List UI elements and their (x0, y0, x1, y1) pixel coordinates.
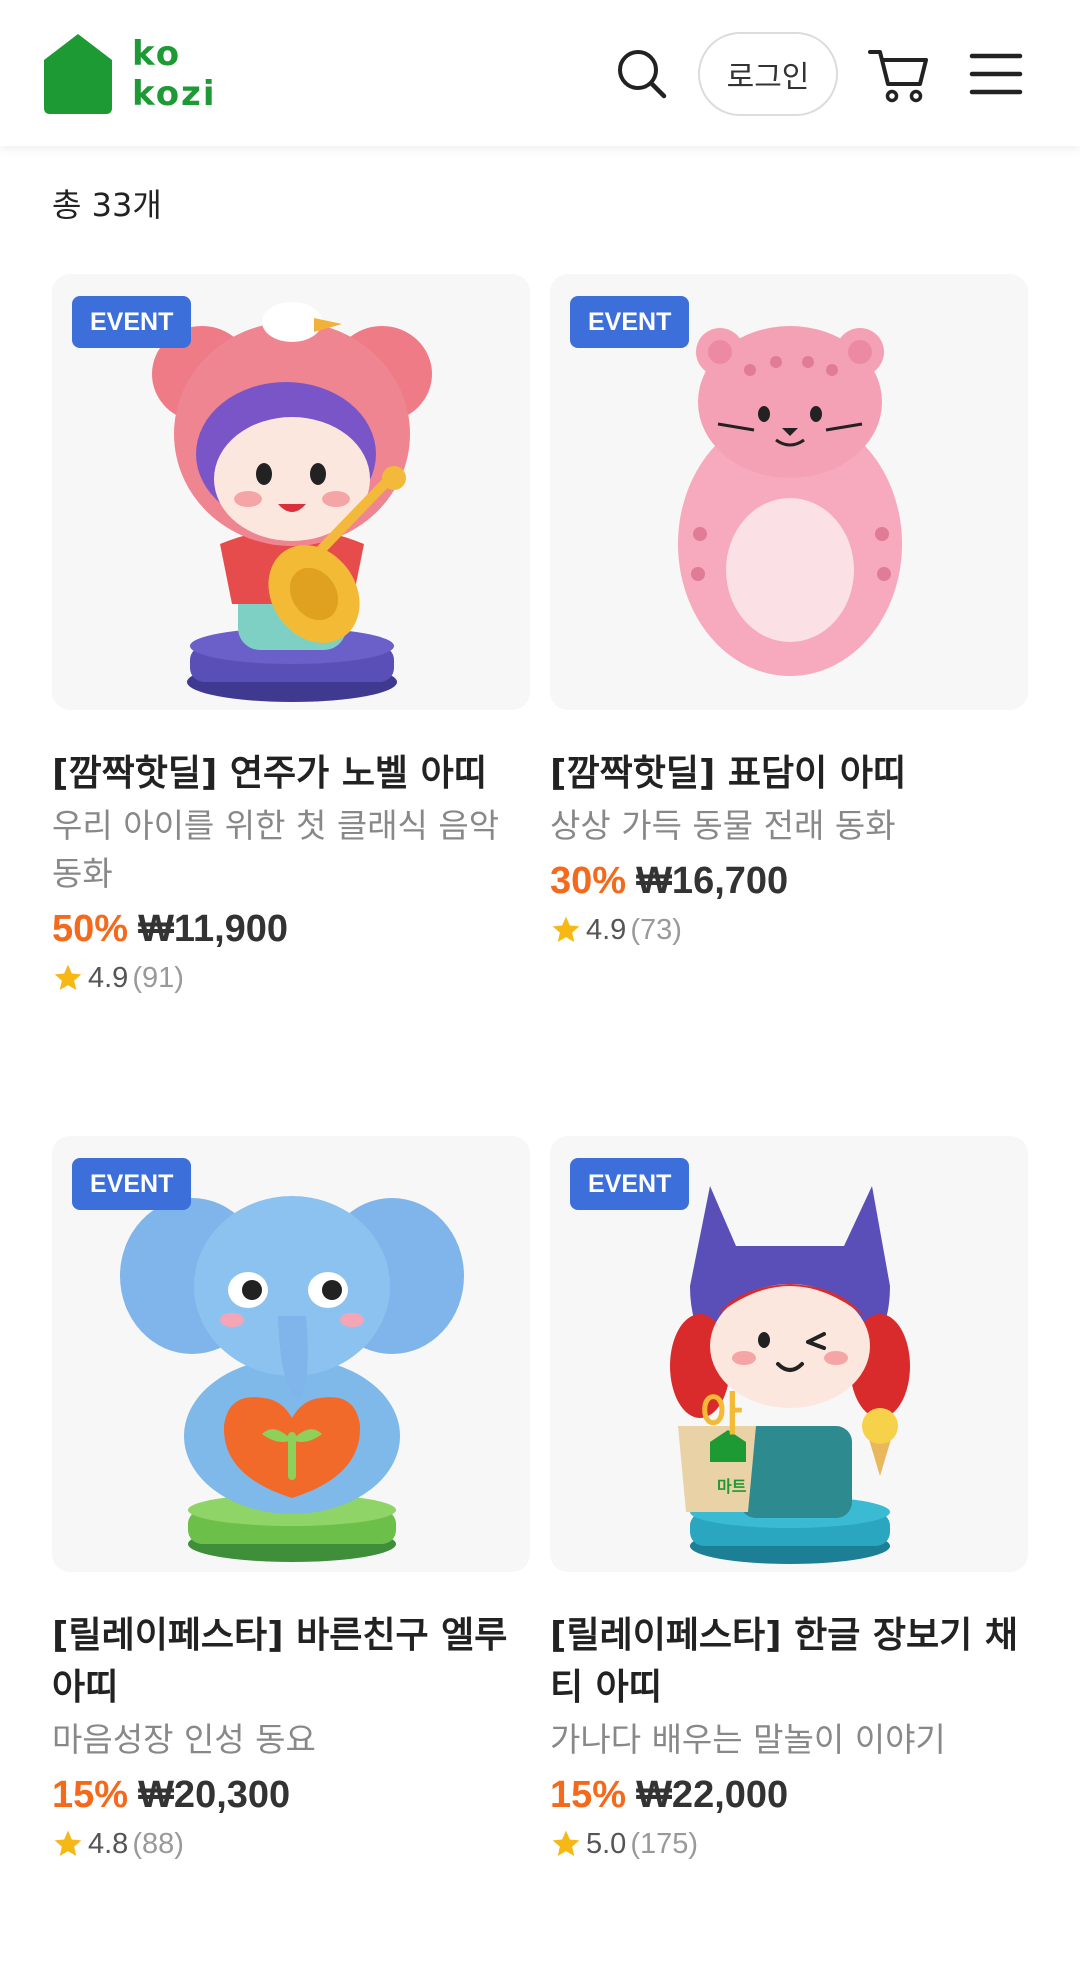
login-button[interactable]: 로그인 (698, 32, 838, 116)
event-badge: EVENT (570, 1158, 690, 1210)
price-row: 30% ₩16,700 (550, 856, 1028, 906)
price-row: 50% ₩11,900 (52, 904, 530, 954)
product-card[interactable]: EVENT [릴레이페스타] 바른친구 엘루 아띠 마음성장 인성 동요 15%… (52, 1136, 530, 1864)
logo-text-line2: kozi (132, 74, 217, 114)
product-image[interactable]: EVENT (52, 274, 530, 710)
rating-score: 4.8 (88, 1828, 129, 1860)
cart-button[interactable] (866, 44, 930, 104)
star-icon (54, 1830, 82, 1856)
product-image[interactable]: EVENT (550, 274, 1028, 710)
product-title[interactable]: [깜짝핫딜] 표담이 아띠 (550, 748, 1028, 800)
product-card[interactable]: EVENT [깜짝핫딜] 연주가 노벨 아띠 우리 아이를 위한 첫 클래식 음… (52, 274, 530, 998)
event-badge: EVENT (72, 1158, 192, 1210)
review-count: (91) (132, 962, 184, 994)
discount-rate: 30% (550, 860, 627, 902)
top-header: ko kozi 로그인 (0, 0, 1080, 146)
product-image[interactable]: EVENT (52, 1136, 530, 1572)
rating-row: 4.8 (88) (52, 1824, 530, 1864)
star-icon (552, 1830, 580, 1856)
product-card[interactable]: 마트 아 EVENT [릴레이페스타] 한글 장보기 채티 아띠 가나다 배우는… (550, 1136, 1028, 1864)
review-count: (175) (630, 1828, 699, 1860)
menu-button[interactable] (968, 48, 1024, 100)
discount-rate: 15% (550, 1774, 627, 1816)
review-count: (73) (630, 914, 682, 946)
rating-score: 5.0 (586, 1828, 627, 1860)
product-title[interactable]: [깜짝핫딜] 연주가 노벨 아띠 (52, 748, 530, 800)
product-card[interactable]: EVENT [깜짝핫딜] 표담이 아띠 상상 가득 동물 전래 동화 30% ₩1… (550, 274, 1028, 950)
discount-rate: 15% (52, 1774, 129, 1816)
star-icon (552, 916, 580, 942)
rating-row: 5.0 (175) (550, 1824, 1028, 1864)
discount-rate: 50% (52, 908, 129, 950)
product-image[interactable]: 마트 아 EVENT (550, 1136, 1028, 1572)
product-description: 마음성장 인성 동요 (52, 1720, 316, 1759)
rating-score: 4.9 (88, 962, 129, 994)
house-logo-icon (44, 34, 112, 114)
logo-text-line1: ko (132, 34, 182, 74)
rating-score: 4.9 (586, 914, 627, 946)
cart-icon (868, 50, 928, 103)
review-count: (88) (132, 1828, 184, 1860)
price-row: 15% ₩20,300 (52, 1770, 530, 1820)
sale-price: ₩22,000 (636, 1774, 789, 1816)
product-title[interactable]: [릴레이페스타] 한글 장보기 채티 아띠 (550, 1610, 1028, 1714)
sale-price: ₩20,300 (138, 1774, 291, 1816)
product-description: 가나다 배우는 말놀이 이야기 (550, 1720, 946, 1759)
rating-row: 4.9 (73) (550, 910, 1028, 950)
rating-row: 4.9 (91) (52, 958, 530, 998)
product-description: 상상 가득 동물 전래 동화 (550, 806, 896, 845)
sale-price: ₩16,700 (636, 860, 789, 902)
logo-wordmark: ko kozi (132, 34, 217, 114)
event-badge: EVENT (72, 296, 192, 348)
product-description: 우리 아이를 위한 첫 클래식 음악 동화 (52, 806, 500, 893)
event-badge: EVENT (570, 296, 690, 348)
price-row: 15% ₩22,000 (550, 1770, 1028, 1820)
sale-price: ₩11,900 (138, 908, 289, 950)
kokozi-logo[interactable]: ko kozi (42, 30, 232, 120)
yellow-balloon-letter: 아 (700, 1387, 742, 1441)
mart-sign-text: 마트 (717, 1477, 747, 1496)
star-icon (54, 964, 82, 990)
search-button[interactable] (612, 44, 672, 104)
total-count: 총 33개 (52, 186, 162, 224)
hamburger-menu-icon (969, 53, 1023, 95)
search-icon (618, 50, 667, 99)
product-title[interactable]: [릴레이페스타] 바른친구 엘루 아띠 (52, 1610, 530, 1714)
